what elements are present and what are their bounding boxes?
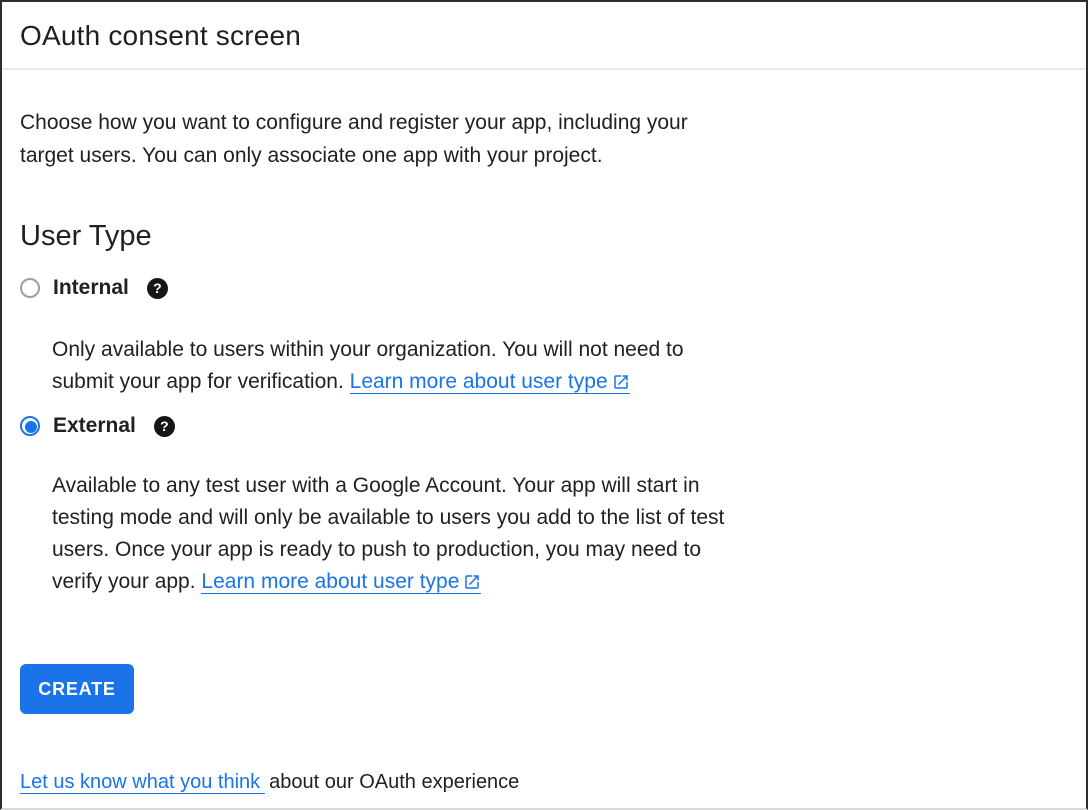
page-content: Choose how you want to configure and reg… <box>2 106 1086 794</box>
oauth-consent-page: OAuth consent screen Choose how you want… <box>0 0 1088 810</box>
footer: Let us know what you thinkabout our OAut… <box>20 770 1068 794</box>
learn-more-label: Learn more about user type <box>201 570 459 593</box>
radio-internal-label[interactable]: Internal <box>53 276 129 300</box>
user-type-option-internal: Internal ? <box>20 276 1068 300</box>
footer-text: about our OAuth experience <box>269 771 519 793</box>
radio-external[interactable] <box>20 416 40 436</box>
learn-more-label: Learn more about user type <box>350 370 608 393</box>
internal-description: Only available to users within your orga… <box>52 334 1068 398</box>
page-title: OAuth consent screen <box>20 19 1068 53</box>
user-type-option-external: External ? <box>20 414 1068 438</box>
user-type-heading: User Type <box>20 218 1068 254</box>
external-description: Available to any test user with a Google… <box>52 470 1068 598</box>
page-header: OAuth consent screen <box>2 2 1086 68</box>
intro-text: Choose how you want to configure and reg… <box>20 106 1068 172</box>
help-icon[interactable]: ? <box>154 416 175 437</box>
help-icon[interactable]: ? <box>147 278 168 299</box>
radio-internal[interactable] <box>20 278 40 298</box>
internal-learn-more-link[interactable]: Learn more about user type <box>350 370 630 394</box>
header-divider <box>2 68 1086 70</box>
external-learn-more-link[interactable]: Learn more about user type <box>201 570 481 594</box>
create-button[interactable]: CREATE <box>20 664 134 714</box>
feedback-link[interactable]: Let us know what you think <box>20 771 265 794</box>
open-in-new-icon <box>612 373 630 391</box>
radio-external-label[interactable]: External <box>53 414 136 438</box>
open-in-new-icon <box>463 573 481 591</box>
